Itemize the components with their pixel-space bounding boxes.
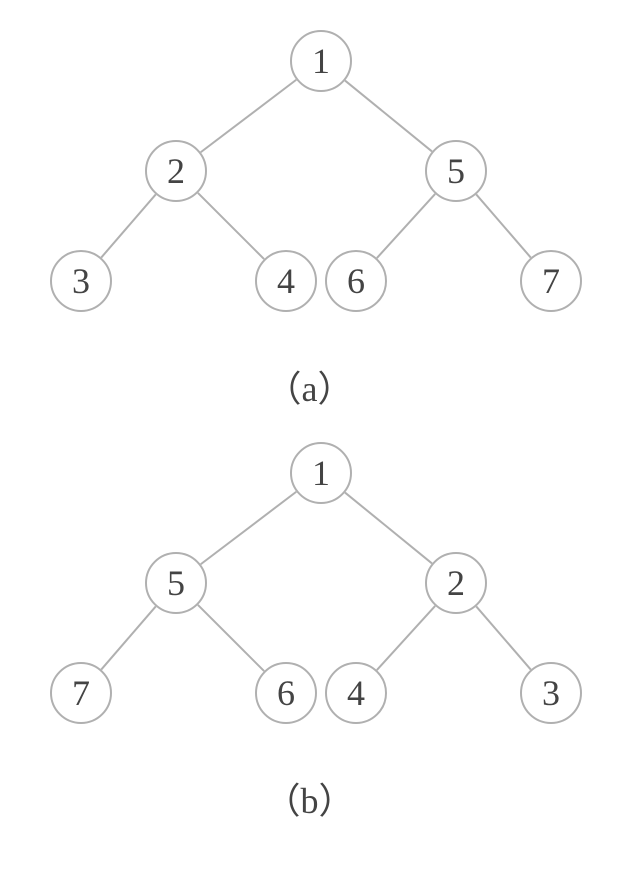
- tree-edge: [345, 493, 432, 564]
- tree-node-label: 5: [167, 562, 185, 604]
- tree-node: 5: [145, 552, 207, 614]
- tree-node: 7: [520, 250, 582, 312]
- tree-edge: [101, 194, 155, 257]
- tree-node-label: 5: [447, 150, 465, 192]
- tree-node: 3: [50, 250, 112, 312]
- tree-node-label: 2: [447, 562, 465, 604]
- tree-node-label: 1: [312, 40, 330, 82]
- tree-node: 2: [425, 552, 487, 614]
- tree-edge: [476, 194, 530, 257]
- tree-node: 3: [520, 662, 582, 724]
- tree-edge: [198, 605, 264, 671]
- tree-node-label: 1: [312, 452, 330, 494]
- tree-edge: [377, 606, 435, 670]
- tree-node: 2: [145, 140, 207, 202]
- tree-node: 4: [255, 250, 317, 312]
- tree-diagram-a: 1 2 5 3 4 6 7: [0, 0, 619, 360]
- tree-edge: [101, 606, 155, 669]
- tree-edge: [476, 606, 530, 669]
- caption-b: （b）: [0, 772, 619, 824]
- tree-node-label: 7: [72, 672, 90, 714]
- tree-node-label: 4: [277, 260, 295, 302]
- tree-node-label: 7: [542, 260, 560, 302]
- tree-diagram-b: 1 5 2 7 6 4 3: [0, 412, 619, 772]
- tree-node-label: 3: [72, 260, 90, 302]
- tree-node-label: 2: [167, 150, 185, 192]
- tree-edge: [377, 194, 435, 258]
- tree-node-label: 6: [347, 260, 365, 302]
- tree-edge: [201, 80, 297, 153]
- caption-a: （a）: [0, 360, 619, 412]
- tree-node-label: 3: [542, 672, 560, 714]
- tree-node-label: 4: [347, 672, 365, 714]
- tree-edge: [198, 193, 264, 259]
- tree-edge: [345, 81, 432, 152]
- tree-node: 1: [290, 442, 352, 504]
- tree-node: 1: [290, 30, 352, 92]
- tree-node: 6: [325, 250, 387, 312]
- tree-node: 5: [425, 140, 487, 202]
- tree-node: 4: [325, 662, 387, 724]
- tree-edge: [201, 492, 297, 565]
- tree-node-label: 6: [277, 672, 295, 714]
- tree-node: 6: [255, 662, 317, 724]
- tree-node: 7: [50, 662, 112, 724]
